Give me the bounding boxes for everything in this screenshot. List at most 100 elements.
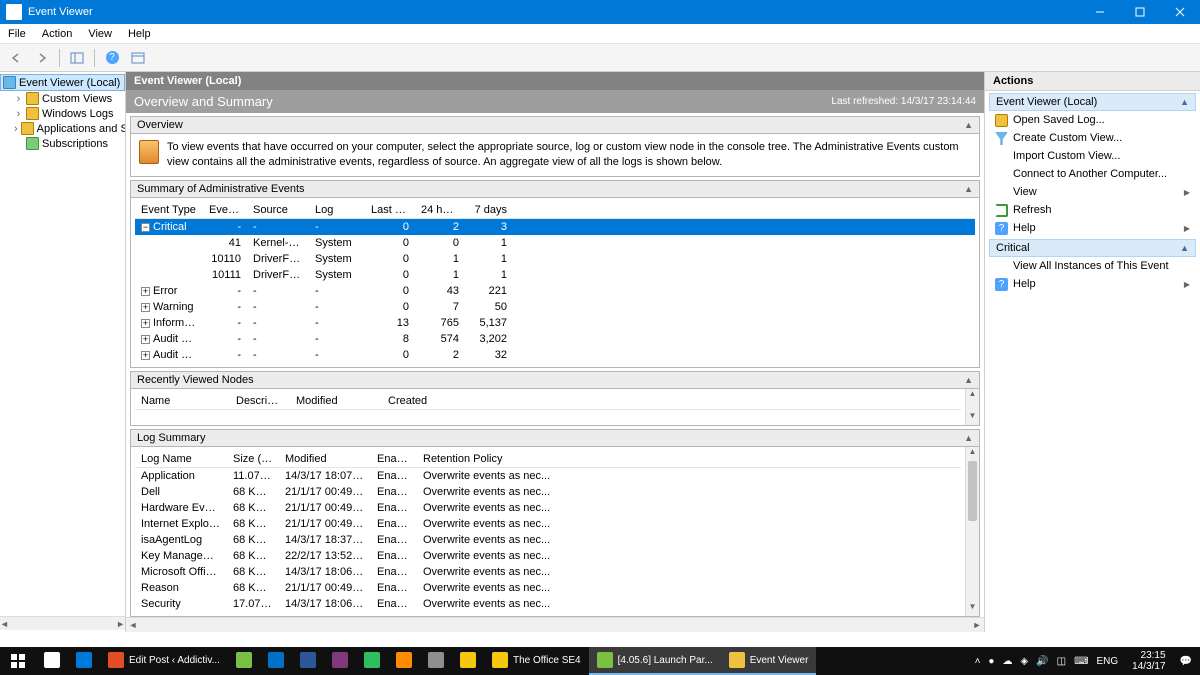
tray-volume-icon[interactable]: 🔊 <box>1036 656 1048 667</box>
summary-row[interactable]: +Audit Success---85743,202 <box>135 331 975 347</box>
tree-root[interactable]: Event Viewer (Local) <box>0 74 125 91</box>
close-button[interactable] <box>1160 0 1200 24</box>
taskbar-item-explorer[interactable] <box>452 647 484 675</box>
summary-row[interactable]: −Critical---023 <box>135 219 975 235</box>
collapse-icon[interactable]: ▲ <box>964 433 973 443</box>
col-created[interactable]: Created <box>382 393 462 409</box>
taskbar-item-chrome[interactable]: Edit Post ‹ Addictiv... <box>100 647 228 675</box>
taskbar-item-evernote[interactable] <box>356 647 388 675</box>
summary-row[interactable]: +Information---137655,137 <box>135 315 975 331</box>
summary-row[interactable]: +Warning---0750 <box>135 299 975 315</box>
recent-vscrollbar[interactable]: ▲▼ <box>965 389 979 425</box>
tray-keyboard-icon[interactable]: ⌨ <box>1074 656 1088 667</box>
expand-icon[interactable]: + <box>141 319 150 328</box>
expand-icon[interactable]: + <box>141 335 150 344</box>
collapse-icon[interactable]: ▲ <box>1180 97 1189 107</box>
logsummary-row[interactable]: Application11.07 MB/...14/3/17 18:07:41E… <box>135 468 961 484</box>
logsummary-row[interactable]: isaAgentLog68 KB/1.0...14/3/17 18:37:42E… <box>135 532 961 548</box>
overview-header[interactable]: Overview▲ <box>131 117 979 134</box>
action-help[interactable]: ?Help▶ <box>989 275 1196 293</box>
taskbar-item-outlook[interactable] <box>260 647 292 675</box>
col-7-days[interactable]: 7 days <box>465 202 513 218</box>
menu-action[interactable]: Action <box>34 26 81 42</box>
col-modified[interactable]: Modified <box>290 393 382 409</box>
recent-header[interactable]: Recently Viewed Nodes▲ <box>131 372 979 389</box>
action-import-custom-view[interactable]: Import Custom View... <box>989 147 1196 165</box>
taskbar-item-onenote[interactable] <box>324 647 356 675</box>
taskbar-clock[interactable]: 23:15 14/3/17 <box>1126 650 1171 672</box>
taskbar-item[interactable]: Event Viewer <box>721 647 817 675</box>
logsummary-row[interactable]: Microsoft Office Alerts68 KB/1.0...14/3/… <box>135 564 961 580</box>
action-help[interactable]: ?Help▶ <box>989 219 1196 237</box>
taskbar-item[interactable]: [4.05.6] Launch Par... <box>589 647 721 675</box>
col-modified[interactable]: Modified <box>279 451 371 467</box>
properties-button[interactable] <box>126 47 150 69</box>
expand-icon[interactable]: + <box>141 351 150 360</box>
expand-icon[interactable]: › <box>14 108 23 120</box>
col-event-id[interactable]: Event ID <box>203 202 247 218</box>
action-view[interactable]: View▶ <box>989 183 1196 201</box>
logsummary-header[interactable]: Log Summary▲ <box>131 430 979 447</box>
minimize-button[interactable] <box>1080 0 1120 24</box>
col-description[interactable]: Description <box>230 393 290 409</box>
help-button[interactable]: ? <box>100 47 124 69</box>
logsummary-row[interactable]: Security17.07 MB/...14/3/17 18:06:49Enab… <box>135 596 961 612</box>
taskbar-item[interactable] <box>420 647 452 675</box>
taskbar-item[interactable] <box>228 647 260 675</box>
tree-item-windows-logs[interactable]: ›Windows Logs <box>0 106 125 121</box>
tray-chevron-icon[interactable]: ˄ <box>975 656 981 667</box>
summary-row[interactable]: +Error---043221 <box>135 283 975 299</box>
summary-row[interactable]: 41Kernel-PowerSystem001 <box>135 235 975 251</box>
col-log[interactable]: Log <box>309 202 365 218</box>
tray-power-icon[interactable]: ◫ <box>1057 656 1066 667</box>
expand-icon[interactable]: + <box>141 287 150 296</box>
tray-network-icon[interactable]: ◈ <box>1020 656 1028 667</box>
collapse-icon[interactable]: ▲ <box>1180 243 1189 253</box>
logsummary-row[interactable]: Reason68 KB/1.0...21/1/17 00:49:17Enable… <box>135 580 961 596</box>
taskbar-item-word[interactable] <box>292 647 324 675</box>
tray-icon[interactable]: ● <box>988 656 994 667</box>
logsummary-row[interactable]: Internet Explorer68 KB/1.0...21/1/17 00:… <box>135 516 961 532</box>
col-log-name[interactable]: Log Name <box>135 451 227 467</box>
col-event-type[interactable]: Event Type <box>135 202 203 218</box>
tree-item-applications-services[interactable]: ›Applications and Services Lo <box>0 121 125 136</box>
menu-file[interactable]: File <box>0 26 34 42</box>
taskbar-item-start[interactable] <box>36 647 68 675</box>
collapse-icon[interactable]: − <box>141 223 150 232</box>
action-connect-to-another-computer[interactable]: Connect to Another Computer... <box>989 165 1196 183</box>
tree-hscrollbar[interactable]: ◄► <box>0 616 125 630</box>
action-view-all-instances-of-this-event[interactable]: View All Instances of This Event <box>989 257 1196 275</box>
maximize-button[interactable] <box>1120 0 1160 24</box>
action-refresh[interactable]: Refresh <box>989 201 1196 219</box>
back-button[interactable] <box>4 47 28 69</box>
forward-button[interactable] <box>30 47 54 69</box>
col-last-hour[interactable]: Last hour <box>365 202 415 218</box>
taskbar-item[interactable] <box>388 647 420 675</box>
logsummary-vscrollbar[interactable]: ▲▼ <box>965 447 979 616</box>
col-source[interactable]: Source <box>247 202 309 218</box>
actions-group2-header[interactable]: Critical▲ <box>989 239 1196 257</box>
menu-view[interactable]: View <box>80 26 120 42</box>
start-button[interactable] <box>0 647 36 675</box>
expand-icon[interactable]: › <box>14 123 18 135</box>
menu-help[interactable]: Help <box>120 26 159 42</box>
show-hide-tree-button[interactable] <box>65 47 89 69</box>
summary-row[interactable]: 10110DriverFramew...System011 <box>135 251 975 267</box>
col-name[interactable]: Name <box>135 393 230 409</box>
col-24-hours[interactable]: 24 hours <box>415 202 465 218</box>
col-retention[interactable]: Retention Policy <box>417 451 557 467</box>
tree-item-custom-views[interactable]: ›Custom Views <box>0 91 125 106</box>
summary-header[interactable]: Summary of Administrative Events▲ <box>131 181 979 198</box>
taskbar-item[interactable]: The Office SE4 <box>484 647 589 675</box>
logsummary-row[interactable]: Hardware Events68 KB/20 ...21/1/17 00:49… <box>135 500 961 516</box>
logsummary-row[interactable]: Key Management Service68 KB/20 ...22/2/1… <box>135 548 961 564</box>
tray-language[interactable]: ENG <box>1097 656 1119 667</box>
collapse-icon[interactable]: ▲ <box>964 184 973 194</box>
collapse-icon[interactable]: ▲ <box>964 120 973 130</box>
tray-onedrive-icon[interactable]: ☁ <box>1002 656 1012 667</box>
actions-group1-header[interactable]: Event Viewer (Local)▲ <box>989 93 1196 111</box>
action-create-custom-view[interactable]: Create Custom View... <box>989 129 1196 147</box>
summary-row[interactable]: +Audit Failure---0232 <box>135 347 975 363</box>
expand-icon[interactable]: + <box>141 303 150 312</box>
logsummary-row[interactable]: Dell68 KB/1.0...21/1/17 00:49:17EnabledO… <box>135 484 961 500</box>
